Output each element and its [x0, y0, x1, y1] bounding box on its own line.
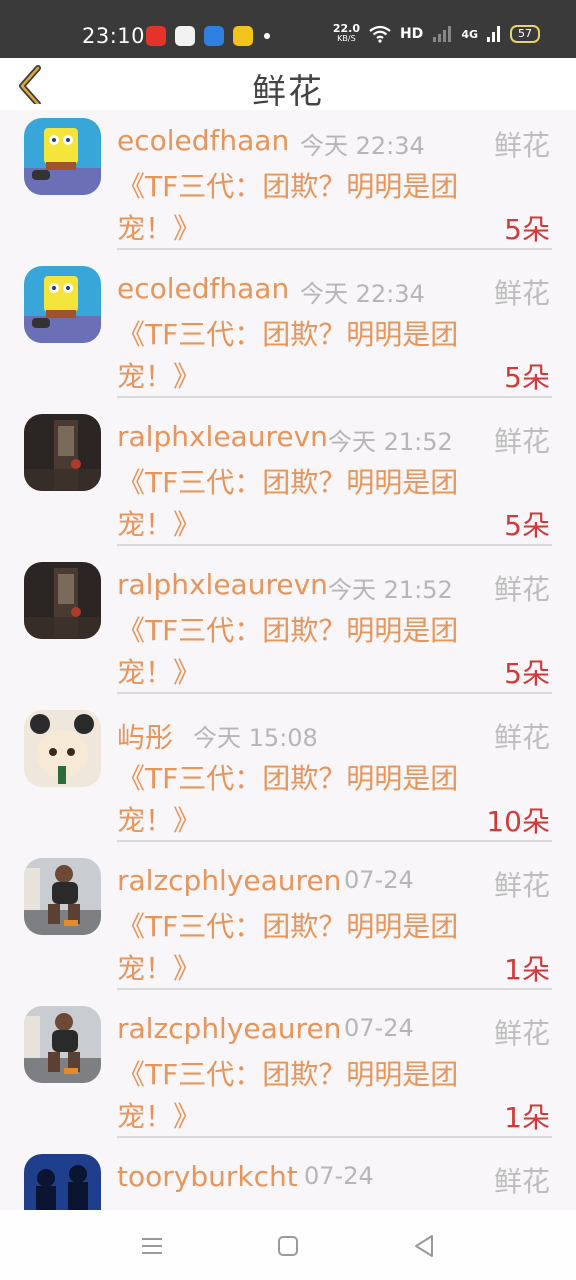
user-avatar[interactable] — [24, 414, 101, 491]
user-avatar[interactable] — [24, 1006, 101, 1083]
book-title[interactable]: 《TF三代：团欺？明明是团宠！》 — [117, 166, 497, 250]
gift-type-label: 鲜花 — [493, 277, 550, 310]
flower-count: 1朵 — [504, 953, 550, 986]
divider — [117, 396, 552, 398]
username[interactable]: ralzcphlyeauren — [117, 1012, 341, 1045]
page-title: 鲜花 — [252, 72, 324, 112]
list-item[interactable]: ecoledfhaan 今天 22:34 鲜花 《TF三代：团欺？明明是团宠！》… — [0, 110, 576, 258]
divider — [117, 692, 552, 694]
flower-count: 1朵 — [504, 1101, 550, 1134]
gift-type-label: 鲜花 — [493, 1165, 550, 1198]
notification-icons — [146, 26, 270, 46]
user-avatar[interactable] — [24, 118, 101, 195]
book-title[interactable]: 《TF三代：团欺？明明是团宠！》 — [117, 314, 497, 398]
battery-indicator: 57 — [510, 25, 540, 43]
timestamp: 今天 22:34 — [300, 280, 425, 308]
divider — [117, 1136, 552, 1138]
network-type: 4G — [461, 27, 478, 41]
book-title[interactable]: 《TF三代：团欺？明明是团宠！》 — [117, 462, 497, 546]
list-item[interactable]: 屿彤 今天 15:08 鲜花 《TF三代：团欺？明明是团宠！》 10朵 — [0, 702, 576, 850]
timestamp: 07-24 — [304, 1162, 374, 1190]
flower-count: 5朵 — [504, 509, 550, 542]
list-item[interactable]: ralphxleaurevn 今天 21:52 鲜花 《TF三代：团欺？明明是团… — [0, 554, 576, 702]
gift-type-label: 鲜花 — [493, 129, 550, 162]
flower-count: 5朵 — [504, 213, 550, 246]
flower-count: 5朵 — [504, 657, 550, 690]
timestamp: 07-24 — [344, 866, 414, 894]
book-title[interactable]: 《TF三代：团欺？明明是团宠！》 — [117, 1054, 497, 1138]
timestamp: 今天 15:08 — [193, 724, 318, 752]
menu-icon[interactable] — [138, 1232, 166, 1260]
timestamp: 今天 22:34 — [300, 132, 425, 160]
wifi-icon — [369, 25, 391, 43]
user-avatar[interactable] — [24, 710, 101, 787]
gift-type-label: 鲜花 — [493, 1017, 550, 1050]
book-title[interactable]: 《TF三代：团欺？明明是团宠！》 — [117, 610, 497, 694]
timestamp: 07-24 — [344, 1014, 414, 1042]
timestamp: 今天 21:52 — [328, 576, 453, 604]
status-indicators: 22.0 KB/S HD 4G 57 — [332, 22, 540, 44]
more-notifications-icon — [264, 33, 270, 39]
username[interactable]: 屿彤 — [117, 716, 173, 756]
username[interactable]: ralzcphlyeauren — [117, 864, 341, 897]
gift-type-label: 鲜花 — [493, 869, 550, 902]
gift-type-label: 鲜花 — [493, 425, 550, 458]
user-avatar[interactable] — [24, 266, 101, 343]
signal-icon — [487, 26, 500, 42]
username[interactable]: tooryburkcht — [117, 1160, 298, 1193]
flower-count: 10朵 — [486, 805, 550, 838]
app-notification-icon — [204, 26, 224, 46]
divider — [117, 840, 552, 842]
status-time: 23:10 — [82, 24, 146, 48]
list-item[interactable]: ecoledfhaan 今天 22:34 鲜花 《TF三代：团欺？明明是团宠！》… — [0, 258, 576, 406]
list-item[interactable]: ralphxleaurevn 今天 21:52 鲜花 《TF三代：团欺？明明是团… — [0, 406, 576, 554]
gift-type-label: 鲜花 — [493, 573, 550, 606]
network-speed: 22.0 KB/S — [332, 22, 360, 43]
system-navigation-bar — [0, 1210, 576, 1280]
app-notification-icon — [146, 26, 166, 46]
list-item[interactable]: ralzcphlyeauren 07-24 鲜花 《TF三代：团欺？明明是团宠！… — [0, 998, 576, 1146]
home-icon[interactable] — [274, 1232, 302, 1260]
app-notification-icon — [233, 26, 253, 46]
book-title[interactable]: 《TF三代：团欺？明明是团宠！》 — [117, 758, 497, 842]
list-item[interactable]: tooryburkcht 07-24 鲜花 — [0, 1146, 576, 1210]
username[interactable]: ecoledfhaan — [117, 124, 289, 157]
divider — [117, 248, 552, 250]
book-title[interactable]: 《TF三代：团欺？明明是团宠！》 — [117, 906, 497, 990]
signal-icon — [433, 26, 452, 42]
username[interactable]: ralphxleaurevn — [117, 420, 328, 453]
flower-gift-list: ecoledfhaan 今天 22:34 鲜花 《TF三代：团欺？明明是团宠！》… — [0, 110, 576, 1210]
divider — [117, 544, 552, 546]
user-avatar[interactable] — [24, 562, 101, 639]
gift-type-label: 鲜花 — [493, 721, 550, 754]
user-avatar[interactable] — [24, 858, 101, 935]
list-item[interactable]: ralzcphlyeauren 07-24 鲜花 《TF三代：团欺？明明是团宠！… — [0, 850, 576, 998]
back-triangle-icon[interactable] — [410, 1232, 438, 1260]
user-avatar[interactable] — [24, 1154, 101, 1210]
app-notification-icon — [175, 26, 195, 46]
timestamp: 今天 21:52 — [328, 428, 453, 456]
username[interactable]: ecoledfhaan — [117, 272, 289, 305]
username[interactable]: ralphxleaurevn — [117, 568, 328, 601]
hd-voice-indicator: HD — [399, 26, 424, 42]
flower-count: 5朵 — [504, 361, 550, 394]
header-bar: 鲜花 — [0, 58, 576, 112]
divider — [117, 988, 552, 990]
status-bar: 23:10 22.0 KB/S HD 4G 57 — [0, 0, 576, 58]
